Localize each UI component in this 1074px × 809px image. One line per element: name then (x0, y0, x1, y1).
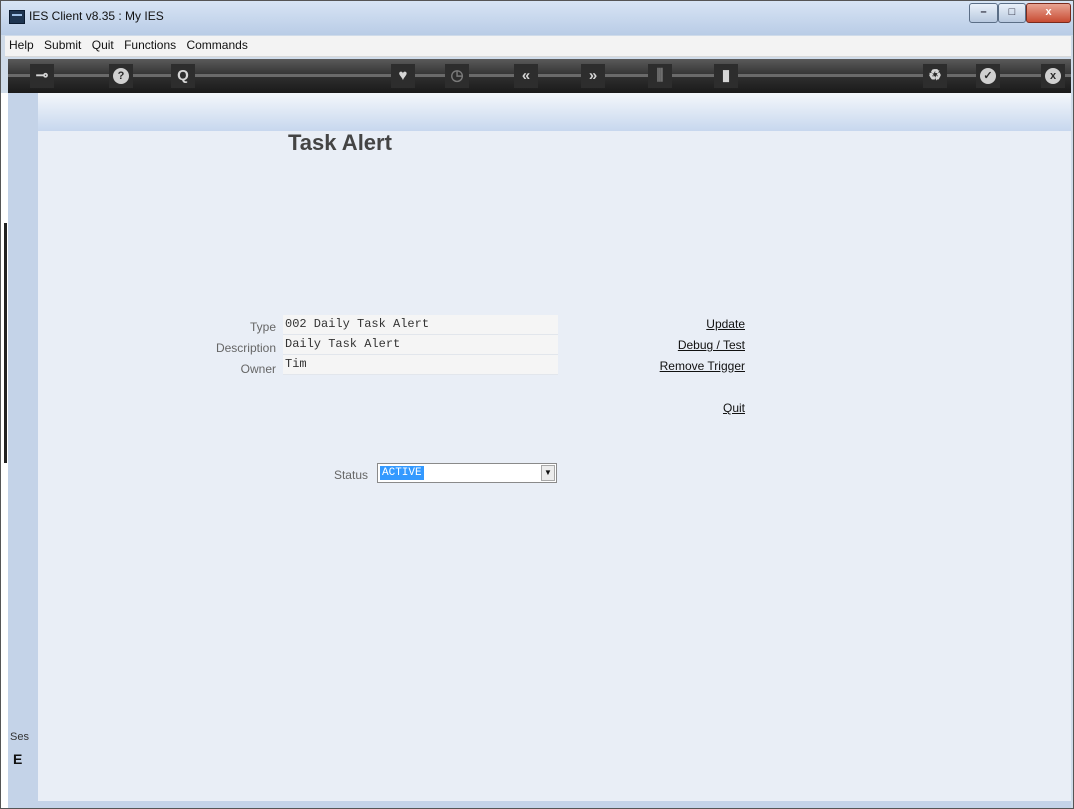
title-bar: IES Client v8.35 : My IES – □ x (1, 1, 1073, 35)
menu-help[interactable]: Help (5, 36, 34, 52)
toolbar-rail (8, 74, 1071, 77)
type-label: Type (249, 320, 276, 334)
description-field[interactable]: Daily Task Alert (283, 335, 558, 355)
help-icon[interactable]: ? (109, 64, 133, 88)
status-label: Status (333, 468, 368, 482)
main-content: Task Alert Type 002 Daily Task Alert Des… (38, 93, 1071, 801)
maximize-button[interactable]: □ (998, 3, 1026, 23)
quit-link[interactable]: Quit (598, 401, 745, 415)
check-icon[interactable]: ✓ (976, 64, 1000, 88)
app-icon (9, 10, 25, 24)
description-label: Description (215, 341, 276, 355)
owner-field[interactable]: Tim (283, 355, 558, 375)
debug-test-link[interactable]: Debug / Test (598, 338, 745, 352)
window-title: IES Client v8.35 : My IES (29, 9, 164, 23)
header-banner (38, 93, 1071, 131)
recycle-icon[interactable]: ♻ (923, 64, 947, 88)
type-field[interactable]: 002 Daily Task Alert (283, 315, 558, 335)
toolbar: ⊸ ? Q ♥ ◷ « » ⫼ ▮ ♻ ✓ x (8, 59, 1071, 93)
sidebar: Ses E (8, 93, 38, 801)
clock-icon[interactable]: ◷ (445, 64, 469, 88)
close-icon: x (1045, 6, 1052, 18)
menu-commands[interactable]: Commands (182, 36, 247, 52)
update-link[interactable]: Update (598, 317, 745, 331)
app-window: IES Client v8.35 : My IES – □ x Help Sub… (0, 0, 1074, 809)
page-icon[interactable]: ▮ (714, 64, 738, 88)
tools-icon[interactable]: ⫼ (648, 64, 672, 88)
scroll-strip (1, 93, 8, 808)
key-icon[interactable]: ⊸ (30, 64, 54, 88)
menu-bar: Help Submit Quit Functions Commands (5, 36, 1071, 57)
page-title: Task Alert (288, 130, 392, 155)
status-value: ACTIVE (380, 466, 424, 480)
status-select[interactable]: ACTIVE ▼ (377, 463, 557, 483)
back-icon[interactable]: « (514, 64, 538, 88)
menu-functions[interactable]: Functions (120, 36, 176, 52)
maximize-icon: □ (1008, 6, 1016, 18)
session-icon[interactable]: E (13, 751, 22, 767)
heart-icon[interactable]: ♥ (391, 64, 415, 88)
chevron-down-icon[interactable]: ▼ (541, 465, 555, 481)
session-label: Ses (10, 731, 29, 743)
close-window-button[interactable]: x (1026, 3, 1071, 23)
forward-icon[interactable]: » (581, 64, 605, 88)
menu-quit[interactable]: Quit (88, 36, 114, 52)
owner-label: Owner (240, 362, 276, 376)
close-icon[interactable]: x (1041, 64, 1065, 88)
menu-submit[interactable]: Submit (40, 36, 81, 52)
remove-trigger-link[interactable]: Remove Trigger (598, 359, 745, 373)
bottom-bar (8, 801, 1071, 808)
minimize-icon: – (980, 6, 987, 18)
search-icon[interactable]: Q (171, 64, 195, 88)
minimize-button[interactable]: – (969, 3, 998, 23)
